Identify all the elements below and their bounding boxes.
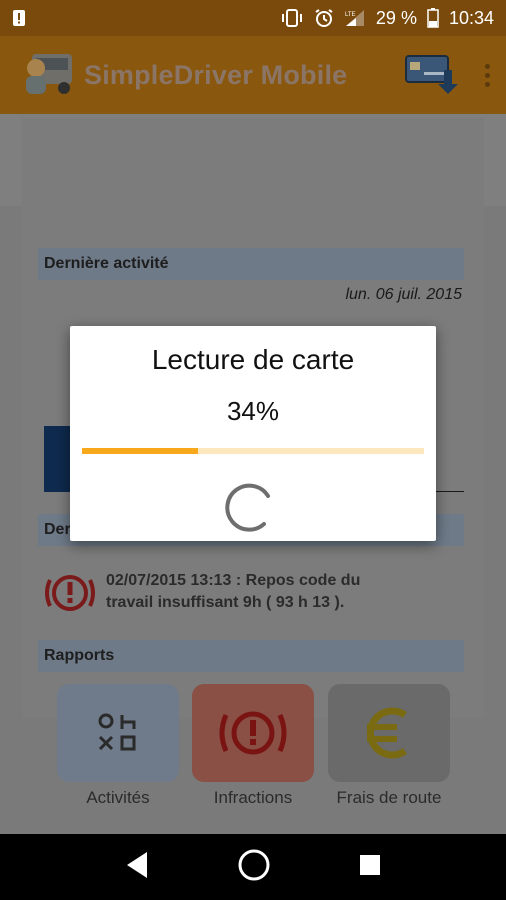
activities-report-label: Activités xyxy=(86,788,150,807)
battery-percent: 29 % xyxy=(375,7,417,28)
overflow-menu-icon[interactable] xyxy=(482,63,492,87)
loading-spinner-icon xyxy=(224,482,276,534)
vibrate-icon xyxy=(280,9,304,27)
notification-alert-icon xyxy=(12,9,26,27)
dialog-title: Lecture de carte xyxy=(151,344,355,375)
home-icon[interactable] xyxy=(237,848,271,887)
infraction-alert-icon xyxy=(44,570,96,616)
reports-header: Rapports xyxy=(38,640,464,672)
truck-driver-logo-icon xyxy=(22,50,76,100)
clock-time: 10:34 xyxy=(448,7,494,28)
svg-text:LTE: LTE xyxy=(345,12,356,18)
activities-icon xyxy=(98,713,136,751)
infraction-line-1: 02/07/2015 13:13 : Repos code du xyxy=(106,572,361,589)
app-bar: SimpleDriver Mobile xyxy=(0,36,506,114)
status-bar: LTE 29 % 10:34 xyxy=(0,0,506,36)
last-activity-date: lun. 06 juil. 2015 xyxy=(345,286,462,303)
card-reading-dialog: Lecture de carte 34% xyxy=(70,326,436,541)
infractions-report-label: Infractions xyxy=(213,788,293,807)
infraction-line-2: travail insuffisant 9h ( 93 h 13 ). xyxy=(106,594,345,611)
alarm-icon xyxy=(314,8,334,28)
infraction-alert-icon xyxy=(219,711,287,755)
back-icon[interactable] xyxy=(123,850,151,885)
activities-report-button[interactable] xyxy=(57,684,179,782)
signal-icon: LTE xyxy=(344,9,366,27)
app-title: SimpleDriver Mobile xyxy=(84,59,348,90)
infractions-report-button[interactable] xyxy=(192,684,314,782)
euro-icon xyxy=(366,707,408,759)
travel-expenses-report-label: Frais de route xyxy=(336,788,442,807)
progress-bar-fill xyxy=(82,448,199,454)
card-download-icon[interactable] xyxy=(404,54,458,96)
travel-expenses-report-button[interactable] xyxy=(328,684,450,782)
battery-icon xyxy=(427,8,439,28)
activity-chart-bar xyxy=(44,426,72,492)
last-activity-header: Dernière activité xyxy=(38,248,464,280)
navigation-bar xyxy=(0,834,506,900)
infraction-item[interactable]: 02/07/2015 13:13 : Repos code du travail… xyxy=(44,570,464,620)
progress-percent: 34% xyxy=(226,396,280,426)
recents-icon[interactable] xyxy=(357,852,383,883)
progress-bar xyxy=(82,448,424,454)
